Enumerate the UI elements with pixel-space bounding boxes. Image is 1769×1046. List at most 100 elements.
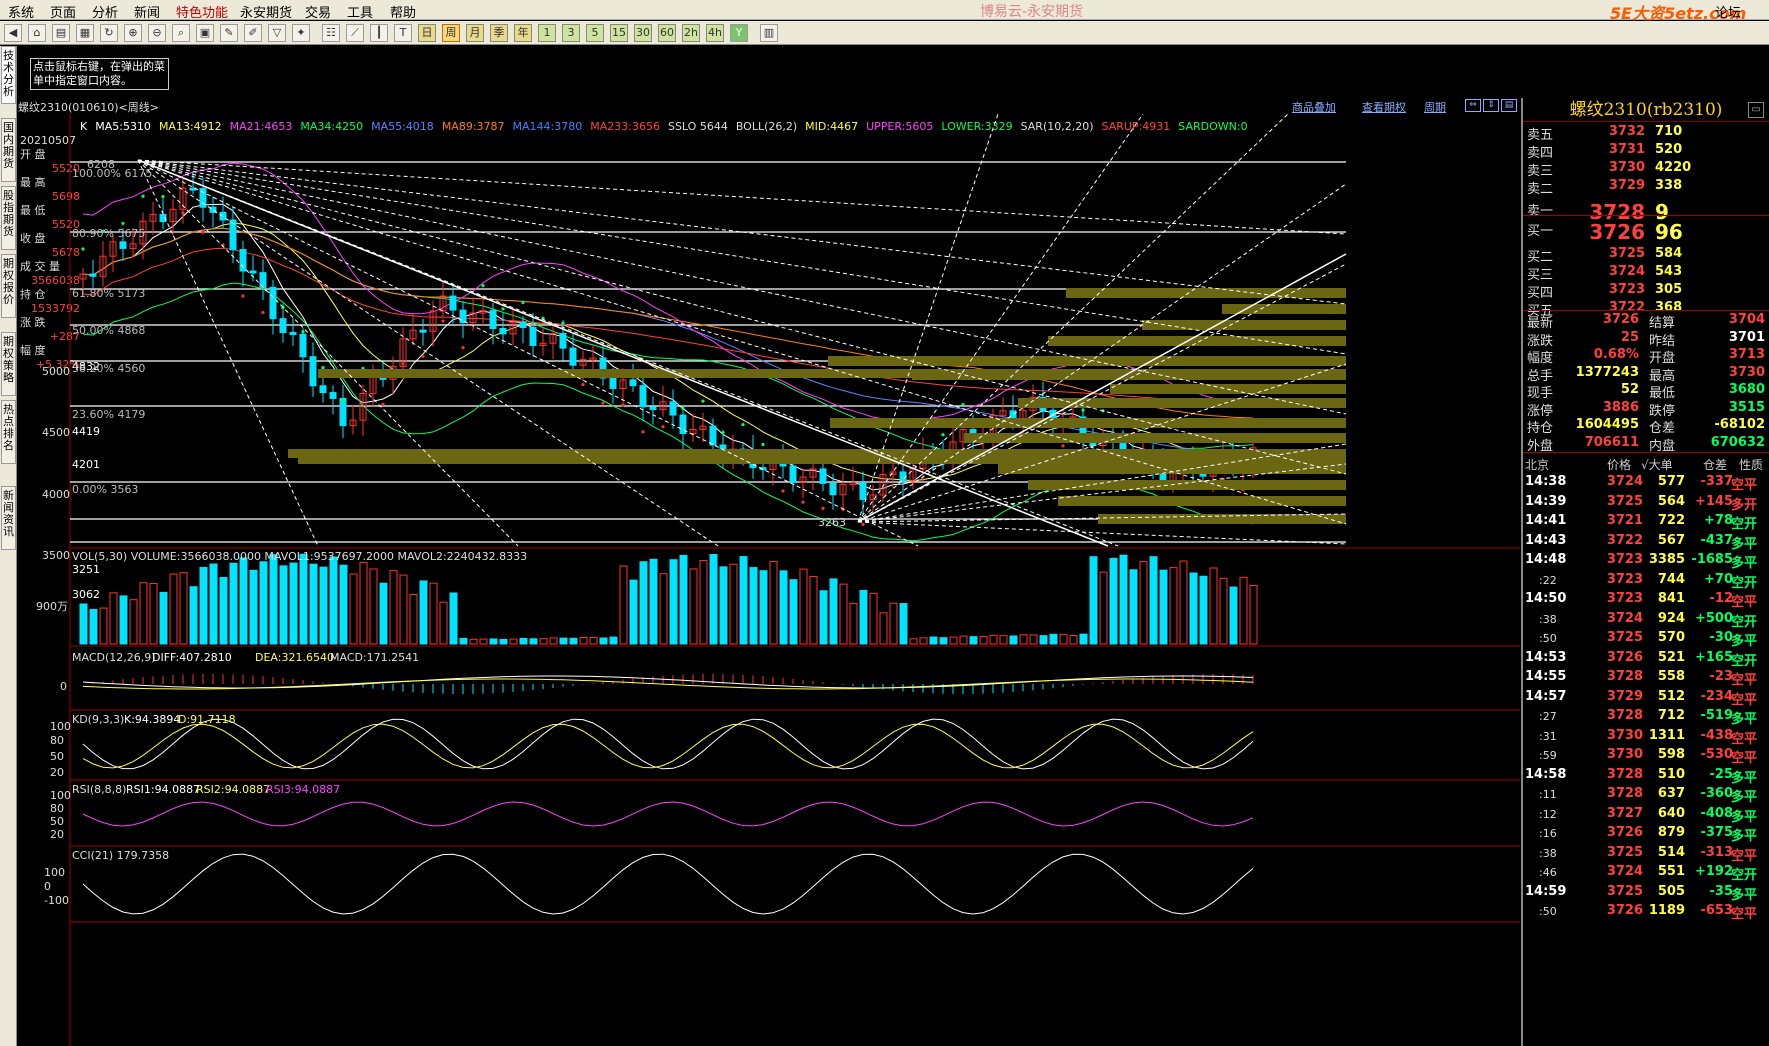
candle-body bbox=[519, 321, 527, 329]
quote-title: 螺纹2310(rb2310) bbox=[1523, 98, 1769, 122]
sar-dot bbox=[201, 230, 205, 234]
stat-label: 幅度 bbox=[1527, 351, 1554, 366]
menu-analysis[interactable]: 分析 bbox=[92, 2, 118, 21]
ask-label: 卖一 bbox=[1527, 204, 1554, 219]
tab-technical-analysis[interactable]: 技术分析 bbox=[1, 46, 16, 104]
home-icon[interactable]: ⌂ bbox=[28, 24, 46, 42]
ask-row[interactable]: 卖二 3729 338 bbox=[1523, 178, 1769, 198]
candle-body bbox=[229, 219, 237, 251]
tab-index-futures[interactable]: 股指期货 bbox=[1, 186, 16, 250]
custom-period-icon[interactable]: Y bbox=[730, 24, 748, 42]
menu-trade[interactable]: 交易 bbox=[305, 2, 331, 21]
period-3m-button[interactable]: 3 bbox=[562, 24, 580, 42]
period-2h-button[interactable]: 2h bbox=[682, 24, 700, 42]
tick-time: :59 bbox=[1539, 749, 1557, 762]
ask-row[interactable]: 卖五 3732 710 bbox=[1523, 124, 1769, 144]
zoom-out-icon[interactable]: ⊖ bbox=[148, 24, 166, 42]
folder-icon[interactable]: ▤ bbox=[52, 24, 70, 42]
tab-news[interactable]: 新闻资讯 bbox=[1, 486, 16, 550]
period-60m-button[interactable]: 60 bbox=[658, 24, 676, 42]
period-month-button[interactable]: 月 bbox=[466, 24, 484, 42]
grid-icon[interactable]: ☷ bbox=[322, 24, 340, 42]
fib-label: 100.00% 6175 bbox=[72, 167, 153, 180]
menu-yongan[interactable]: 永安期货 bbox=[240, 2, 292, 21]
overlay-commodity-link[interactable]: 商品叠加 bbox=[1292, 99, 1336, 115]
line-chart-icon[interactable]: ⟋ bbox=[346, 24, 364, 42]
pen-icon[interactable]: ✎ bbox=[220, 24, 238, 42]
bid-row[interactable]: 买三 3724 543 bbox=[1523, 264, 1769, 284]
star-icon[interactable]: ✦ bbox=[292, 24, 310, 42]
tick-oi-change: -653 bbox=[1700, 903, 1733, 918]
menu-tools[interactable]: 工具 bbox=[347, 2, 373, 21]
period-30m-button[interactable]: 30 bbox=[634, 24, 652, 42]
candle-body bbox=[819, 468, 827, 484]
ask-row[interactable]: 卖三 3730 4220 bbox=[1523, 160, 1769, 180]
menu-help[interactable]: 帮助 bbox=[390, 2, 416, 21]
volume-bar bbox=[179, 572, 188, 645]
funnel-icon[interactable]: ▽ bbox=[268, 24, 286, 42]
tick-volume: 712 bbox=[1657, 708, 1685, 723]
tick-price: 3729 bbox=[1606, 688, 1643, 704]
menu-features[interactable]: 特色功能 bbox=[176, 2, 228, 21]
period-5m-button[interactable]: 5 bbox=[586, 24, 604, 42]
refresh-icon[interactable]: ↻ bbox=[100, 24, 118, 42]
period-4h-button[interactable]: 4h bbox=[706, 24, 724, 42]
search-icon[interactable]: ⌕ bbox=[172, 24, 190, 42]
menu-page[interactable]: 页面 bbox=[50, 2, 76, 21]
tick-nature: 空平 bbox=[1731, 692, 1758, 708]
expand-icon[interactable]: ⇕ bbox=[1483, 99, 1499, 112]
tab-option-quotes[interactable]: 期权报价 bbox=[1, 254, 16, 318]
tab-hot-ranking[interactable]: 热点排名 bbox=[1, 400, 16, 464]
chart-icon[interactable]: ▦ bbox=[76, 24, 94, 42]
period-15m-button[interactable]: 15 bbox=[610, 24, 628, 42]
bid-row[interactable]: 买一 3726 96 bbox=[1523, 220, 1769, 244]
calendar-icon[interactable]: ▥ bbox=[760, 24, 778, 42]
tick-price: 3725 bbox=[1606, 883, 1643, 899]
forum-link[interactable]: 论坛 bbox=[1715, 2, 1741, 21]
panel-menu-icon[interactable]: ▭ bbox=[1748, 102, 1764, 118]
tick-nature: 空平 bbox=[1731, 848, 1758, 864]
menu-system[interactable]: 系统 bbox=[8, 2, 34, 21]
period-quarter-button[interactable]: 季 bbox=[490, 24, 508, 42]
period-link[interactable]: 周期 bbox=[1424, 99, 1446, 115]
tab-option-strategy[interactable]: 期权策略 bbox=[1, 332, 16, 396]
sar-dot bbox=[701, 399, 705, 403]
layout-icon[interactable]: ▤ bbox=[1501, 99, 1517, 112]
window-icon[interactable]: ▣ bbox=[196, 24, 214, 42]
stat-value: 3515 bbox=[1728, 399, 1765, 415]
candle-body bbox=[499, 328, 507, 335]
menu-news[interactable]: 新闻 bbox=[134, 2, 160, 21]
volume-bar bbox=[1159, 569, 1168, 645]
ask-price: 3732 bbox=[1608, 124, 1645, 139]
shrink-icon[interactable]: ⇔ bbox=[1465, 99, 1481, 112]
oscillator-line bbox=[82, 718, 1254, 770]
sar-dot bbox=[601, 401, 605, 405]
view-options-link[interactable]: 查看期权 bbox=[1362, 99, 1406, 115]
period-day-button[interactable]: 日 bbox=[418, 24, 436, 42]
candle-body bbox=[709, 425, 717, 446]
period-year-button[interactable]: 年 bbox=[514, 24, 532, 42]
volume-bar bbox=[1079, 633, 1088, 645]
back-arrow-icon[interactable]: ◀ bbox=[4, 24, 22, 42]
candle-body bbox=[339, 397, 347, 427]
candle-icon[interactable]: ┃ bbox=[370, 24, 388, 42]
oscillator-line bbox=[82, 675, 1254, 689]
tick-nature: 空平 bbox=[1731, 751, 1758, 766]
period-1m-button[interactable]: 1 bbox=[538, 24, 556, 42]
bid-row[interactable]: 买二 3725 584 bbox=[1523, 246, 1769, 266]
kline-chart[interactable] bbox=[18, 114, 1520, 1046]
sar-dot bbox=[401, 362, 405, 366]
tick-oi-change: -337 bbox=[1700, 474, 1733, 489]
volume-profile-bar bbox=[298, 455, 1346, 464]
tick-icon[interactable]: T bbox=[394, 24, 412, 42]
tick-volume: 570 bbox=[1657, 630, 1685, 645]
zoom-in-icon[interactable]: ⊕ bbox=[124, 24, 142, 42]
brush-icon[interactable]: ✐ bbox=[244, 24, 262, 42]
bid-row[interactable]: 买四 3723 305 bbox=[1523, 282, 1769, 302]
ask-row[interactable]: 卖一 3728 9 bbox=[1523, 200, 1769, 224]
tab-domestic-futures[interactable]: 国内期货 bbox=[1, 118, 16, 182]
period-week-button[interactable]: 周 bbox=[442, 24, 460, 42]
rsi-legend-prefix: RSI(8,8,8) bbox=[72, 783, 127, 796]
cci-legend: CCI(21) 179.7358 bbox=[72, 849, 170, 862]
ask-row[interactable]: 卖四 3731 520 bbox=[1523, 142, 1769, 162]
